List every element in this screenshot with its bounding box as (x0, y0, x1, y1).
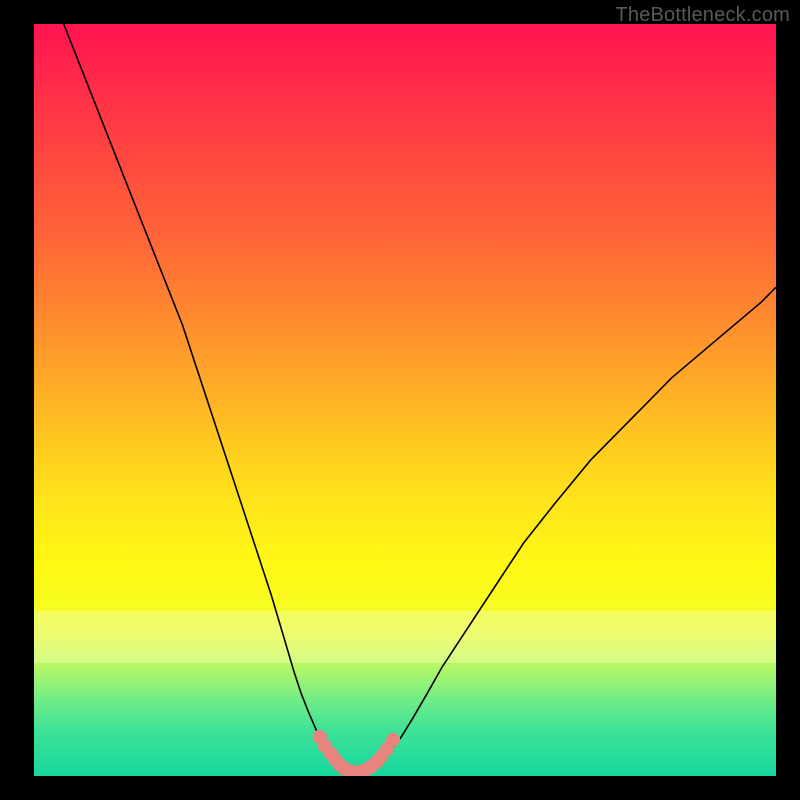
chart-frame: TheBottleneck.com (0, 0, 800, 800)
watermark-text: TheBottleneck.com (615, 4, 790, 27)
curve-right (361, 287, 777, 772)
marker-group (313, 730, 400, 776)
curve-left (64, 24, 346, 772)
data-marker (386, 733, 400, 747)
curve-layer (34, 24, 776, 776)
plot-area (34, 24, 776, 776)
